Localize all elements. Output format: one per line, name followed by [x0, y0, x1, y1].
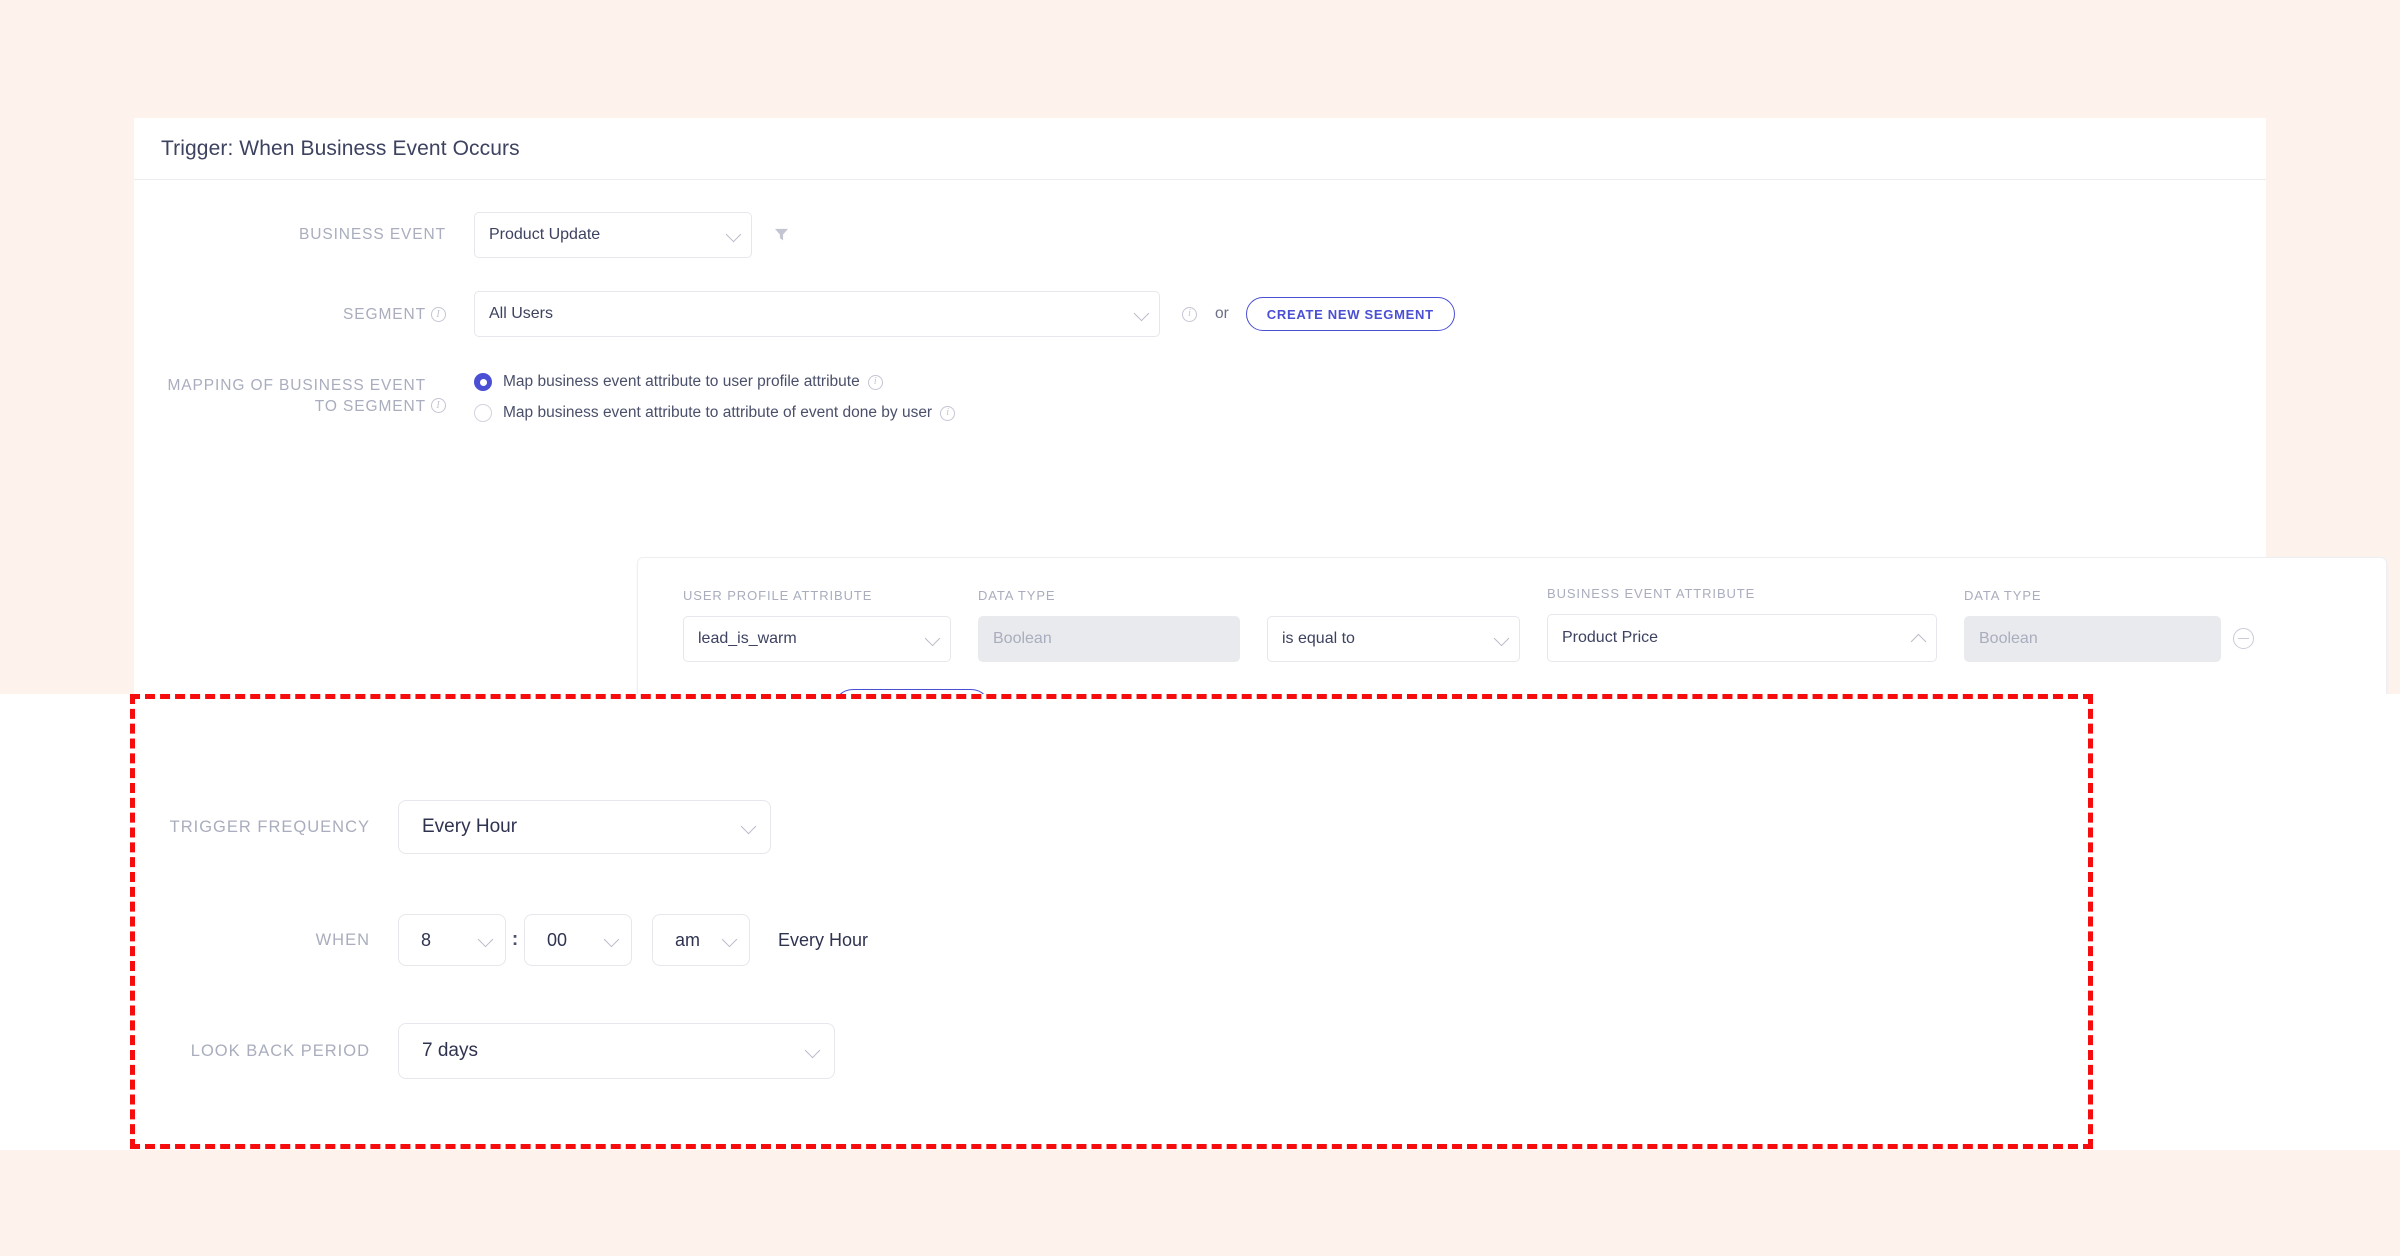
look-back-period-select[interactable]: 7 days [398, 1023, 835, 1079]
when-minute-value: 00 [547, 930, 567, 951]
chevron-down-icon [604, 932, 620, 948]
when-suffix-text: Every Hour [778, 930, 868, 951]
remove-mapping-icon[interactable] [2233, 628, 2254, 649]
business-event-select[interactable]: Product Update [474, 212, 752, 258]
segment-label: SEGMENT i [134, 291, 474, 326]
chevron-down-icon [741, 819, 757, 835]
data-type-right-column: DATA TYPE Boolean [1964, 588, 2221, 662]
business-event-control: Product Update [474, 212, 789, 258]
mapping-label-text: MAPPING OF BUSINESS EVENT TO SEGMENT [156, 376, 426, 418]
mapping-option-event-attribute[interactable]: Map business event attribute to attribut… [474, 404, 955, 422]
trigger-frequency-select[interactable]: Every Hour [398, 800, 771, 854]
business-event-value: Product Update [489, 226, 600, 244]
segment-label-text: SEGMENT [343, 305, 426, 326]
funnel-icon[interactable] [774, 228, 789, 242]
when-row: WHEN 8 : 00 am Every Hour [130, 914, 2093, 966]
when-meridiem-value: am [675, 930, 700, 951]
data-type-right-field: Boolean [1964, 616, 2221, 662]
data-type-left-field: Boolean [978, 616, 1240, 662]
page-title: Trigger: When Business Event Occurs [161, 137, 520, 161]
when-hour-value: 8 [421, 930, 431, 951]
data-type-right-header: DATA TYPE [1964, 588, 2221, 603]
info-icon[interactable]: i [940, 406, 955, 421]
business-event-row: BUSINESS EVENT Product Update [134, 212, 2266, 258]
data-type-left-column: DATA TYPE Boolean [978, 588, 1240, 662]
chevron-down-icon [805, 1043, 821, 1059]
operator-value: is equal to [1282, 630, 1355, 648]
segment-control: All Users i or CREATE NEW SEGMENT [474, 291, 1455, 337]
card-header: Trigger: When Business Event Occurs [134, 118, 2266, 180]
mapping-columns: USER PROFILE ATTRIBUTE lead_is_warm DATA… [683, 586, 2386, 662]
info-icon[interactable]: i [431, 398, 446, 413]
segment-select[interactable]: All Users [474, 291, 1160, 337]
operator-column: is equal to [1267, 588, 1520, 662]
when-controls: 8 : 00 am Every Hour [398, 914, 868, 966]
user-profile-attribute-column: USER PROFILE ATTRIBUTE lead_is_warm [683, 588, 951, 662]
trigger-frequency-row: TRIGGER FREQUENCY Every Hour [130, 800, 2093, 854]
when-hour-select[interactable]: 8 [398, 914, 506, 966]
chevron-down-icon [1494, 631, 1510, 647]
radio-selected-icon[interactable] [474, 373, 492, 391]
business-event-attribute-column: BUSINESS EVENT ATTRIBUTE Product Price [1547, 586, 1937, 662]
business-event-attribute-value: Product Price [1562, 629, 1658, 647]
chevron-up-icon [1911, 634, 1927, 650]
look-back-period-row: LOOK BACK PERIOD 7 days [130, 1023, 2093, 1079]
info-icon[interactable]: i [868, 375, 883, 390]
user-profile-attribute-header: USER PROFILE ATTRIBUTE [683, 588, 951, 603]
mapping-option-0-label: Map business event attribute to user pro… [503, 373, 860, 391]
user-profile-attribute-select[interactable]: lead_is_warm [683, 616, 951, 662]
data-type-left-header: DATA TYPE [978, 588, 1240, 603]
mapping-radio-row: MAPPING OF BUSINESS EVENT TO SEGMENT i M… [134, 373, 2266, 422]
when-minute-select[interactable]: 00 [524, 914, 632, 966]
mapping-option-1-label: Map business event attribute to attribut… [503, 404, 932, 422]
mapping-label: MAPPING OF BUSINESS EVENT TO SEGMENT i [134, 373, 474, 418]
chevron-down-icon [1134, 306, 1150, 322]
mapping-radio-group: Map business event attribute to user pro… [474, 373, 955, 422]
user-profile-attribute-value: lead_is_warm [698, 630, 797, 648]
segment-value: All Users [489, 305, 553, 323]
mapping-option-user-profile[interactable]: Map business event attribute to user pro… [474, 373, 955, 391]
chevron-down-icon [722, 932, 738, 948]
look-back-period-value: 7 days [422, 1040, 478, 1062]
or-text: or [1215, 305, 1229, 323]
create-new-segment-button[interactable]: CREATE NEW SEGMENT [1246, 297, 1455, 331]
chevron-down-icon [726, 227, 742, 243]
card-body: BUSINESS EVENT Product Update SEGMENT i … [134, 212, 2266, 422]
data-type-right-value: Boolean [1979, 630, 2038, 648]
data-type-left-value: Boolean [993, 630, 1052, 648]
chevron-down-icon [478, 932, 494, 948]
operator-select[interactable]: is equal to [1267, 616, 1520, 662]
business-event-label: BUSINESS EVENT [134, 212, 474, 246]
info-icon[interactable]: i [431, 307, 446, 322]
schedule-section: TRIGGER FREQUENCY Every Hour WHEN 8 : 00… [130, 694, 2093, 1149]
radio-unselected-icon[interactable] [474, 404, 492, 422]
time-separator: : [506, 929, 524, 951]
chevron-down-icon [925, 631, 941, 647]
business-event-attribute-header: BUSINESS EVENT ATTRIBUTE [1547, 586, 1937, 601]
segment-row: SEGMENT i All Users i or CREATE NEW SEGM… [134, 291, 2266, 337]
trigger-frequency-value: Every Hour [422, 816, 517, 838]
info-icon[interactable]: i [1182, 307, 1197, 322]
trigger-frequency-label: TRIGGER FREQUENCY [130, 818, 370, 837]
when-meridiem-select[interactable]: am [652, 914, 750, 966]
business-event-attribute-select[interactable]: Product Price [1547, 614, 1937, 662]
when-label: WHEN [130, 931, 370, 950]
look-back-period-label: LOOK BACK PERIOD [130, 1042, 370, 1061]
